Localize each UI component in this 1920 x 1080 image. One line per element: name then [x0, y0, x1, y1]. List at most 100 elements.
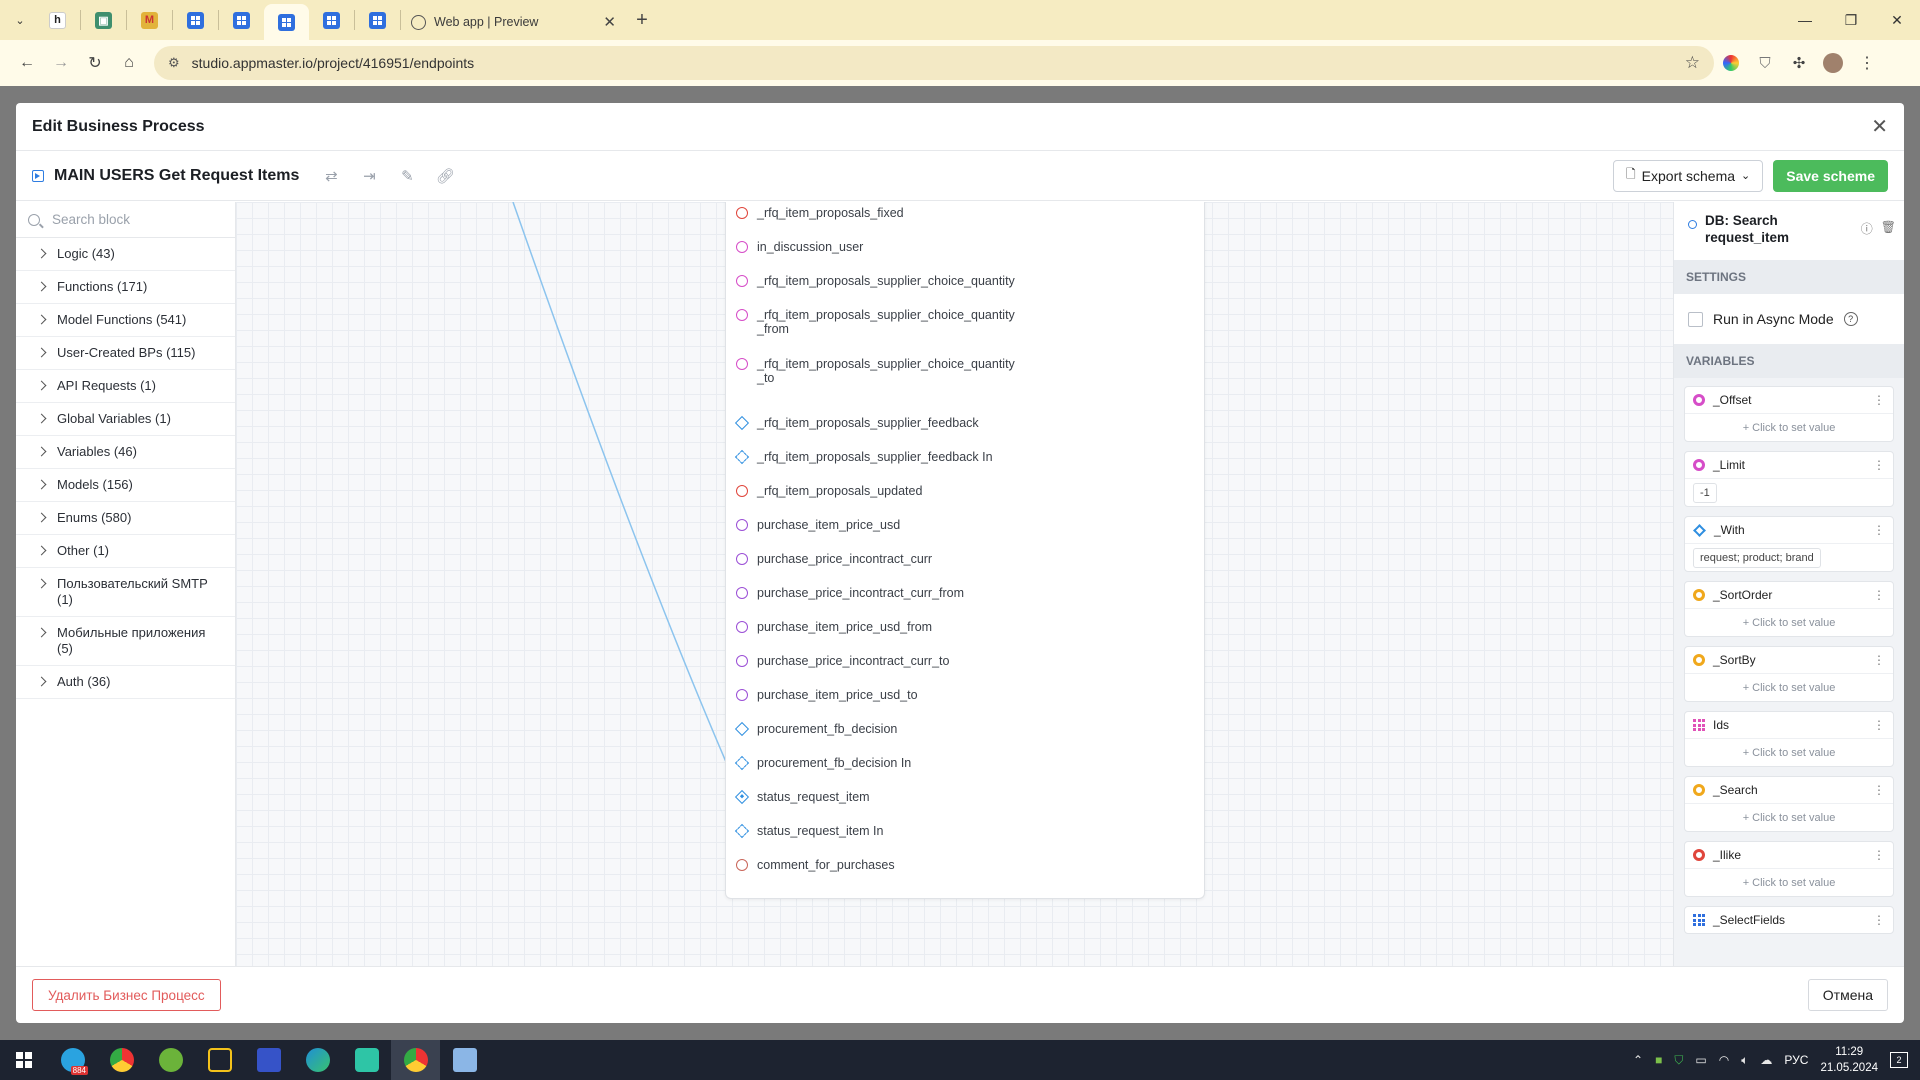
minimize-icon[interactable]: — [1782, 0, 1828, 40]
bp-canvas[interactable]: _rfq_item_proposals_fixed in_discussion_u… [236, 202, 1691, 966]
port-circle-icon[interactable] [736, 241, 748, 253]
port-circle-icon[interactable] [736, 485, 748, 497]
pinned-tab-active[interactable] [264, 4, 309, 40]
port-circle-icon[interactable] [736, 859, 748, 871]
port-circle-icon[interactable] [736, 309, 748, 321]
restore-icon[interactable]: ❐ [1828, 0, 1874, 40]
node-port[interactable]: _rfq_item_proposals_supplier_feedback [734, 415, 1047, 431]
battery-icon[interactable]: ▭ [1695, 1053, 1706, 1067]
port-circle-icon[interactable] [736, 275, 748, 287]
volume-icon[interactable]: 🔈︎ [1741, 1053, 1748, 1068]
node-port[interactable]: purchase_price_incontract_curr_from [736, 586, 1047, 600]
set-value-button[interactable]: + Click to set value [1685, 803, 1893, 831]
cancel-button[interactable]: Отмена [1807, 979, 1888, 1011]
kebab-menu-icon[interactable]: ⋮ [1873, 848, 1885, 862]
tab-search-chevron-icon[interactable]: ⌄ [5, 5, 35, 35]
kebab-menu-icon[interactable]: ⋮ [1873, 718, 1885, 732]
help-icon[interactable]: ⓘ [1861, 220, 1873, 237]
search-block-input[interactable] [52, 212, 212, 227]
notifications-icon[interactable]: 2 [1890, 1052, 1908, 1068]
start-button[interactable] [0, 1040, 48, 1080]
close-window-icon[interactable]: ✕ [1874, 0, 1920, 40]
kebab-menu-icon[interactable]: ⋮ [1873, 653, 1885, 667]
chrome-app-active[interactable] [391, 1040, 440, 1080]
extensions-puzzle-icon[interactable]: ✣ [1782, 46, 1816, 80]
port-circle-icon[interactable] [736, 587, 748, 599]
language-indicator[interactable]: РУС [1784, 1053, 1808, 1067]
save-app[interactable] [244, 1040, 293, 1080]
set-value-button[interactable]: + Click to set value [1685, 868, 1893, 896]
node-port[interactable]: _rfq_item_proposals_supplier_choice_quan… [736, 357, 1047, 385]
home-icon[interactable]: ⌂ [112, 46, 146, 80]
pinned-tab[interactable] [219, 0, 264, 40]
kebab-menu-icon[interactable]: ⋮ [1873, 588, 1885, 602]
category-item[interactable]: Enums (580) [16, 502, 235, 535]
shield-icon[interactable]: ⛉ [1674, 1053, 1683, 1068]
notes-app[interactable] [440, 1040, 489, 1080]
category-item[interactable]: Functions (171) [16, 271, 235, 304]
set-value-button[interactable]: + Click to set value [1685, 738, 1893, 766]
node-port[interactable]: _rfq_item_proposals_supplier_choice_quan… [736, 308, 1047, 336]
pinned-tab[interactable]: h [35, 0, 80, 40]
set-value-button[interactable]: + Click to set value [1685, 608, 1893, 636]
media-app[interactable] [342, 1040, 391, 1080]
delete-bp-button[interactable]: Удалить Бизнес Процесс [32, 979, 221, 1011]
warning-app[interactable] [195, 1040, 244, 1080]
edit-pencil-icon[interactable]: ✎ [393, 162, 421, 190]
clock[interactable]: 11:29 21.05.2024 [1820, 1044, 1878, 1076]
category-item[interactable]: Мобильные приложения (5) [16, 617, 235, 666]
node-port[interactable]: in_discussion_user [736, 240, 1047, 254]
pinned-tab[interactable] [173, 0, 218, 40]
category-item[interactable]: Logic (43) [16, 238, 235, 271]
category-item[interactable]: Other (1) [16, 535, 235, 568]
value-chip[interactable]: -1 [1693, 482, 1717, 503]
node-port[interactable]: _rfq_item_proposals_supplier_choice_quan… [736, 274, 1047, 288]
tray-expand-icon[interactable]: ⌃ [1633, 1053, 1643, 1067]
category-item[interactable]: Пользовательский SMTP (1) [16, 568, 235, 617]
variable-value[interactable]: -1 [1685, 478, 1893, 506]
node-port[interactable]: status_request_item In [734, 823, 1047, 839]
node-port[interactable]: purchase_item_price_usd [736, 518, 1047, 532]
category-item[interactable]: Auth (36) [16, 666, 235, 699]
node-port[interactable]: purchase_item_price_usd_to [736, 688, 1047, 702]
port-diamond-icon[interactable] [734, 449, 750, 465]
back-arrow-icon[interactable]: ← [10, 46, 44, 80]
port-diamond-icon[interactable] [734, 721, 750, 737]
node-port[interactable]: purchase_price_incontract_curr [736, 552, 1047, 566]
swap-icon[interactable]: ⇄ [317, 162, 345, 190]
kebab-menu-icon[interactable]: ⋮ [1873, 913, 1885, 927]
node-port[interactable]: _rfq_item_proposals_fixed [736, 206, 1047, 220]
set-value-button[interactable]: + Click to set value [1685, 413, 1893, 441]
category-item[interactable]: Model Functions (541) [16, 304, 235, 337]
node-port[interactable]: procurement_fb_decision [734, 721, 1047, 737]
cloud-icon[interactable]: ☁ [1760, 1053, 1772, 1067]
port-circle-icon[interactable] [736, 689, 748, 701]
kebab-menu-icon[interactable]: ⋮ [1873, 393, 1885, 407]
port-diamond-icon[interactable] [734, 789, 750, 805]
forward-arrow-icon[interactable]: → [44, 46, 78, 80]
async-mode-checkbox[interactable] [1688, 311, 1703, 327]
port-circle-icon[interactable] [736, 621, 748, 633]
category-item[interactable]: API Requests (1) [16, 370, 235, 403]
port-circle-icon[interactable] [736, 358, 748, 370]
node-port[interactable]: _rfq_item_proposals_updated [736, 484, 1047, 498]
port-circle-icon[interactable] [736, 655, 748, 667]
save-scheme-button[interactable]: Save scheme [1773, 159, 1888, 192]
port-circle-icon[interactable] [736, 519, 748, 531]
variable-value[interactable]: request; product; brand [1685, 543, 1893, 571]
connection-line[interactable] [512, 202, 740, 793]
telegram-app[interactable]: 884 [48, 1040, 97, 1080]
link-icon[interactable]: 🔗︎ [431, 162, 459, 190]
address-bar[interactable]: ⚙ studio.appmaster.io/project/416951/end… [154, 46, 1714, 80]
value-chip[interactable]: request; product; brand [1693, 547, 1821, 568]
port-diamond-icon[interactable] [734, 415, 750, 431]
set-value-button[interactable]: + Click to set value [1685, 673, 1893, 701]
kebab-menu-icon[interactable]: ⋮ [1873, 523, 1885, 537]
category-item[interactable]: Models (156) [16, 469, 235, 502]
url-text[interactable]: studio.appmaster.io/project/416951/endpo… [192, 55, 1673, 71]
export-schema-button[interactable]: 🗋 Export schema ⌄ [1613, 159, 1764, 192]
node-port[interactable]: procurement_fb_decision In [734, 755, 1047, 771]
close-dialog-icon[interactable]: ✕ [1871, 114, 1888, 139]
new-tab-button[interactable]: + [626, 9, 658, 32]
collapse-arrow-icon[interactable]: ⇥ [355, 162, 383, 190]
